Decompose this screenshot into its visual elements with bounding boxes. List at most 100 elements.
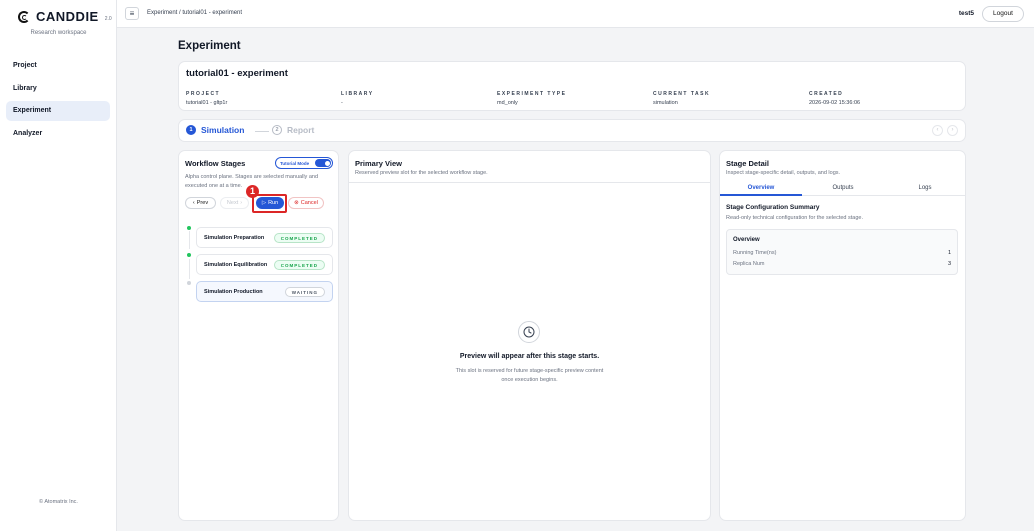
tutorial-mode-label: Tutorial Mode bbox=[280, 160, 310, 166]
cancel-button[interactable]: ⊗ Cancel bbox=[288, 197, 324, 209]
tutorial-mode-toggle[interactable]: Tutorial Mode bbox=[275, 157, 333, 169]
overview-key: Replica Num bbox=[733, 261, 765, 267]
stage-item-preparation[interactable]: Simulation Preparation COMPLETED bbox=[196, 227, 333, 248]
overview-box: Overview Running Time(ns) 1 Replica Num … bbox=[726, 229, 958, 275]
sidebar-nav: Project Library Experiment Analyzer bbox=[6, 56, 110, 146]
annotation-badge: 1 bbox=[246, 185, 259, 198]
meta-value: - bbox=[341, 100, 343, 106]
stage-detail-title: Stage Detail bbox=[726, 159, 769, 168]
canddie-logo-icon bbox=[18, 10, 30, 23]
step-number: 2 bbox=[272, 125, 282, 135]
overview-title: Overview bbox=[733, 237, 760, 243]
preview-note: This slot is reserved for future stage-s… bbox=[349, 367, 710, 385]
stage-rail bbox=[188, 231, 190, 249]
next-button[interactable]: Next › bbox=[220, 197, 249, 209]
meta-library: LIBRARY - bbox=[341, 91, 374, 106]
clock-icon bbox=[518, 321, 540, 343]
status-badge: WAITING bbox=[284, 287, 325, 297]
meta-project: PROJECT tutorial01 - gltp1r bbox=[186, 91, 227, 106]
workflow-stages-panel: Workflow Stages Tutorial Mode Alpha cont… bbox=[178, 150, 339, 521]
logout-button[interactable]: Logout bbox=[982, 6, 1024, 22]
status-badge: COMPLETED bbox=[273, 260, 325, 270]
step-label: Report bbox=[287, 125, 315, 135]
overview-value: 1 bbox=[947, 250, 951, 256]
meta-label: CREATED bbox=[809, 91, 844, 97]
meta-created: CREATED 2026-09-02 15:36:06 bbox=[809, 91, 860, 106]
cancel-circle-icon: ⊗ bbox=[294, 200, 299, 206]
workspace-label: Research workspace bbox=[30, 30, 87, 36]
copyright: © Atomatrix Inc. bbox=[39, 499, 78, 505]
config-summary-title: Stage Configuration Summary bbox=[726, 204, 820, 211]
meta-current-task: CURRENT TASK simulation bbox=[653, 91, 710, 106]
brand-name: CANDDIE bbox=[36, 9, 99, 24]
breadcrumb: Experiment / tutorial01 - experiment bbox=[147, 10, 243, 16]
run-highlight-box bbox=[252, 194, 287, 213]
divider bbox=[349, 182, 710, 183]
meta-experiment-type: EXPERIMENT TYPE md_only bbox=[497, 91, 566, 106]
tab-report[interactable]: 2 Report bbox=[272, 125, 314, 135]
experiment-name: tutorial01 - experiment bbox=[186, 68, 288, 79]
chevron-right-icon: › bbox=[240, 200, 243, 206]
stage-dot-completed bbox=[187, 253, 191, 257]
user-name: test5 bbox=[958, 10, 974, 17]
tab-outputs[interactable]: Outputs bbox=[802, 185, 884, 191]
stage-dot-completed bbox=[187, 226, 191, 230]
preview-note-line: This slot is reserved for future stage-s… bbox=[455, 368, 604, 374]
stage-detail-tabs: Overview Outputs Logs bbox=[720, 182, 965, 196]
stage-detail-subtitle: Inspect stage-specific detail, outputs, … bbox=[726, 170, 841, 176]
page-title: Experiment bbox=[178, 40, 241, 52]
stage-name: Simulation Equilibration bbox=[204, 262, 268, 268]
stage-detail-panel: Stage Detail Inspect stage-specific deta… bbox=[719, 150, 966, 521]
stage-name: Simulation Preparation bbox=[204, 235, 265, 241]
meta-value: simulation bbox=[653, 100, 678, 106]
stage-item-equilibration[interactable]: Simulation Equilibration COMPLETED bbox=[196, 254, 333, 275]
sidebar-item-library[interactable]: Library bbox=[6, 79, 110, 99]
sidebar-item-experiment[interactable]: Experiment bbox=[6, 101, 110, 121]
tab-logs[interactable]: Logs bbox=[884, 185, 966, 191]
tab-overview[interactable]: Overview bbox=[720, 185, 802, 191]
primary-view-panel: Primary View Reserved preview slot for t… bbox=[348, 150, 711, 521]
chevron-right-icon[interactable]: › bbox=[947, 125, 958, 136]
hamburger-icon: ≡ bbox=[129, 9, 135, 18]
meta-value: 2026-09-02 15:36:06 bbox=[809, 100, 861, 106]
meta-label: CURRENT TASK bbox=[653, 91, 711, 97]
sidebar: CANDDIE 2.0 Research workspace Project L… bbox=[0, 0, 117, 531]
prev-button[interactable]: ‹ Prev bbox=[185, 197, 216, 209]
meta-value: tutorial01 - gltp1r bbox=[186, 100, 228, 106]
prev-label: Prev bbox=[196, 200, 209, 206]
meta-label: LIBRARY bbox=[341, 91, 374, 97]
config-summary-subtitle: Read-only technical configuration for th… bbox=[726, 215, 863, 221]
menu-toggle-button[interactable]: ≡ bbox=[125, 7, 139, 20]
sidebar-item-project[interactable]: Project bbox=[6, 56, 110, 76]
step-connector bbox=[255, 131, 269, 132]
chevron-left-icon[interactable]: ‹ bbox=[932, 125, 943, 136]
tab-simulation[interactable]: 1 Simulation bbox=[186, 125, 244, 135]
stage-item-production[interactable]: Simulation Production WAITING bbox=[196, 281, 333, 302]
preview-message: Preview will appear after this stage sta… bbox=[459, 353, 600, 360]
status-badge: COMPLETED bbox=[273, 233, 325, 243]
chevron-left-icon: ‹ bbox=[192, 200, 195, 206]
primary-view-subtitle: Reserved preview slot for the selected w… bbox=[355, 170, 488, 176]
stage-dot-waiting bbox=[187, 281, 191, 285]
topbar: ≡ Experiment / tutorial01 - experiment t… bbox=[117, 0, 1034, 28]
step-tabs: 1 Simulation 2 Report ‹ › bbox=[178, 119, 966, 142]
cancel-label: Cancel bbox=[300, 200, 318, 206]
overview-row: Replica Num 3 bbox=[733, 261, 951, 267]
brand-version: 2.0 bbox=[104, 15, 112, 22]
preview-note-line: once execution begins. bbox=[501, 377, 558, 383]
primary-view-title: Primary View bbox=[355, 159, 402, 168]
step-number: 1 bbox=[186, 125, 196, 135]
overview-key: Running Time(ns) bbox=[733, 250, 777, 256]
brand-logo[interactable]: CANDDIE 2.0 bbox=[18, 9, 112, 24]
meta-label: PROJECT bbox=[186, 91, 221, 97]
overview-value: 3 bbox=[947, 261, 951, 267]
meta-label: EXPERIMENT TYPE bbox=[497, 91, 567, 97]
step-label: Simulation bbox=[201, 125, 245, 135]
stage-name: Simulation Production bbox=[204, 289, 263, 295]
experiment-info-card: tutorial01 - experiment PROJECT tutorial… bbox=[178, 61, 966, 111]
active-tab-indicator bbox=[720, 194, 802, 196]
meta-value: md_only bbox=[497, 100, 518, 106]
toggle-switch[interactable] bbox=[315, 159, 331, 167]
overview-row: Running Time(ns) 1 bbox=[733, 250, 951, 256]
sidebar-item-analyzer[interactable]: Analyzer bbox=[6, 124, 110, 144]
